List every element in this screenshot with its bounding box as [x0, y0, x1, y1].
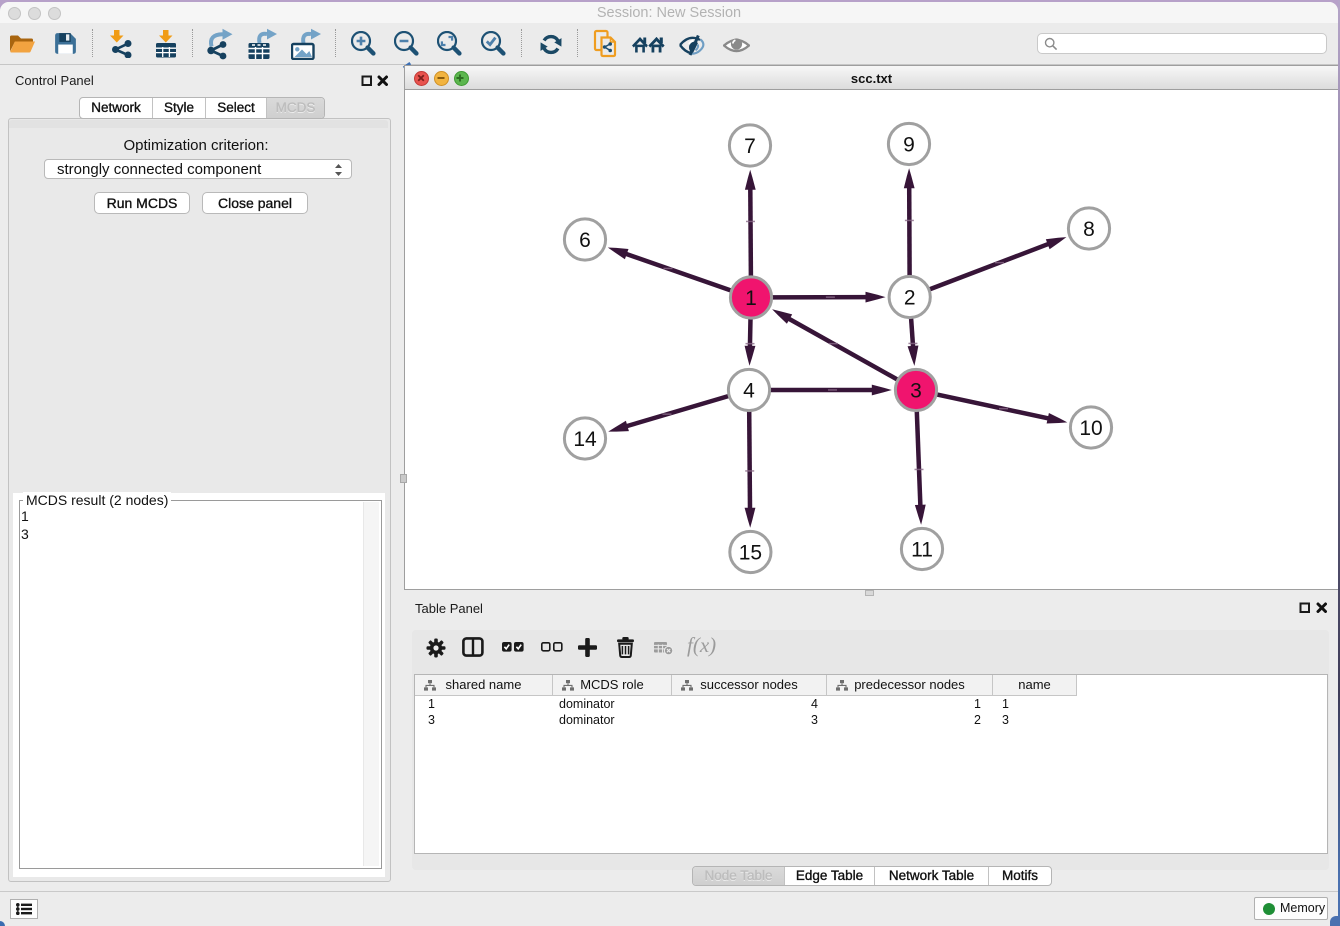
- svg-text:8: 8: [1083, 218, 1095, 241]
- svg-text:2: 2: [904, 287, 916, 310]
- svg-text:1: 1: [745, 287, 757, 310]
- svg-text:15: 15: [739, 542, 762, 565]
- svg-text:10: 10: [1079, 417, 1102, 440]
- svg-text:6: 6: [579, 229, 591, 252]
- svg-text:7: 7: [744, 135, 756, 158]
- svg-text:3: 3: [910, 380, 922, 403]
- svg-text:14: 14: [573, 428, 597, 451]
- svg-text:11: 11: [911, 539, 933, 562]
- svg-text:9: 9: [903, 134, 915, 157]
- svg-text:4: 4: [743, 380, 755, 403]
